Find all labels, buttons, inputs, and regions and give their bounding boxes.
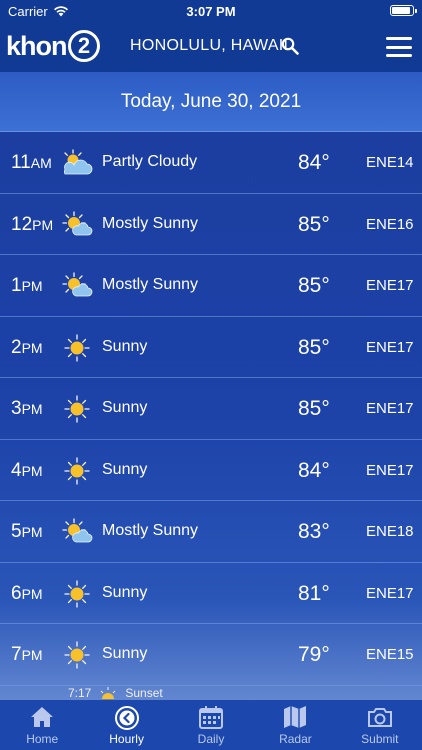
home-icon (29, 705, 55, 729)
wind-label: ENE17 (366, 338, 414, 356)
wind-label: ENE18 (366, 523, 414, 540)
hour-label: 1PM (11, 275, 43, 296)
battery-icon (390, 5, 417, 16)
hour-label: 3PM (11, 398, 43, 419)
temperature-label: 85° (298, 335, 330, 359)
hourly-list: 11AM Partly Cloudy 84° ENE14 12PM Mostly Sunn… (0, 132, 422, 686)
search-icon[interactable] (281, 37, 299, 55)
tab-submit[interactable]: Submit (338, 700, 422, 750)
hour-row[interactable]: 2PM Sunny 85° ENE17 (0, 317, 422, 378)
mostly-sunny-icon (61, 518, 93, 546)
hour-label: 7PM (11, 644, 43, 665)
mostly-sunny-icon (61, 210, 93, 239)
sunny-icon (61, 579, 93, 608)
date-header: Today, June 30, 2021 (0, 72, 422, 132)
camera-icon (367, 705, 393, 729)
hour-row[interactable]: 11AM Partly Cloudy 84° ENE14 (0, 132, 422, 194)
temperature-label: 85° (298, 212, 330, 236)
location-label[interactable]: HONOLULU, HAWAII (130, 37, 288, 55)
date-label: Today, June 30, 2021 (120, 90, 302, 112)
tab-bar: Home Hourly Daily Radar Submit (0, 700, 422, 750)
condition-label: Sunny (102, 460, 148, 478)
wind-label: ENE16 (366, 215, 414, 233)
hour-label: 2PM (11, 336, 43, 358)
wind-label: ENE17 (366, 461, 414, 479)
clock-icon (114, 705, 140, 730)
sunset-icon (99, 687, 117, 699)
mostly-sunny-icon (61, 272, 93, 300)
tab-home[interactable]: Home (0, 700, 84, 750)
calendar-icon (198, 705, 224, 729)
sunset-label: Sunset (125, 686, 163, 700)
temperature-label: 85° (298, 274, 330, 297)
temperature-label: 84° (298, 458, 330, 482)
tab-label: Submit (361, 732, 399, 746)
condition-label: Partly Cloudy (102, 153, 198, 170)
sunny-icon (61, 395, 93, 423)
hour-row[interactable]: 3PM Sunny 85° ENE17 (0, 378, 422, 440)
khon2-logo[interactable]: khon 2 (6, 30, 100, 62)
logo-number: 2 (67, 30, 100, 62)
hour-label: 6PM (11, 582, 43, 604)
temperature-label: 81° (298, 581, 330, 605)
hour-row[interactable]: 6PM Sunny 81° ENE17 (0, 563, 422, 624)
hour-row[interactable]: 1PM Mostly Sunny 85° ENE17 (0, 255, 422, 317)
tab-label: Home (26, 732, 59, 746)
hour-label: 12PM (11, 213, 54, 235)
sunset-row: 7:17 Sunset (68, 686, 163, 700)
sunset-time: 7:17 (68, 686, 92, 700)
condition-label: Sunny (102, 399, 148, 416)
logo-text: khon (6, 30, 67, 61)
temperature-label: 79° (298, 643, 330, 666)
temperature-label: 84° (298, 151, 330, 174)
tab-label: Radar (279, 732, 312, 746)
hour-label: 11AM (11, 152, 52, 173)
condition-label: Sunny (102, 337, 148, 355)
wind-label: ENE17 (366, 277, 414, 294)
hour-row[interactable]: 5PM Mostly Sunny 83° ENE18 (0, 501, 422, 563)
wind-label: ENE14 (366, 154, 414, 171)
wind-label: ENE15 (366, 646, 414, 663)
condition-label: Mostly Sunny (102, 276, 199, 293)
header: khon 2 HONOLULU, HAWAII (0, 22, 422, 72)
tab-radar[interactable]: Radar (253, 700, 337, 750)
hamburger-menu-icon[interactable] (386, 37, 412, 57)
temperature-label: 83° (298, 520, 330, 543)
tab-daily[interactable]: Daily (169, 700, 253, 750)
sunny-icon (61, 333, 93, 362)
hour-row[interactable]: 7PM Sunny 79° ENE15 (0, 624, 422, 686)
hour-row[interactable]: 4PM Sunny 84° ENE17 (0, 440, 422, 501)
sunny-icon (61, 456, 93, 485)
map-icon (282, 705, 308, 729)
hour-label: 4PM (11, 459, 43, 481)
partly-cloudy-icon (61, 149, 93, 177)
temperature-label: 85° (298, 397, 330, 420)
wind-label: ENE17 (366, 584, 414, 602)
tab-label: Hourly (109, 732, 144, 746)
hour-row[interactable]: 12PM Mostly Sunny 85° ENE16 (0, 194, 422, 255)
hour-label: 5PM (11, 521, 43, 542)
condition-label: Sunny (102, 645, 148, 662)
tab-hourly[interactable]: Hourly (84, 700, 168, 750)
tab-label: Daily (197, 732, 225, 746)
condition-label: Mostly Sunny (102, 522, 199, 539)
app: Carrier 3:07 PM khon 2 HONOLULU, HAWAII … (0, 0, 422, 750)
wind-label: ENE17 (366, 400, 414, 417)
status-time: 3:07 PM (186, 4, 236, 19)
status-bar: Carrier 3:07 PM (0, 0, 422, 22)
sunny-icon (61, 641, 93, 669)
condition-label: Sunny (102, 583, 148, 601)
condition-label: Mostly Sunny (102, 214, 199, 232)
